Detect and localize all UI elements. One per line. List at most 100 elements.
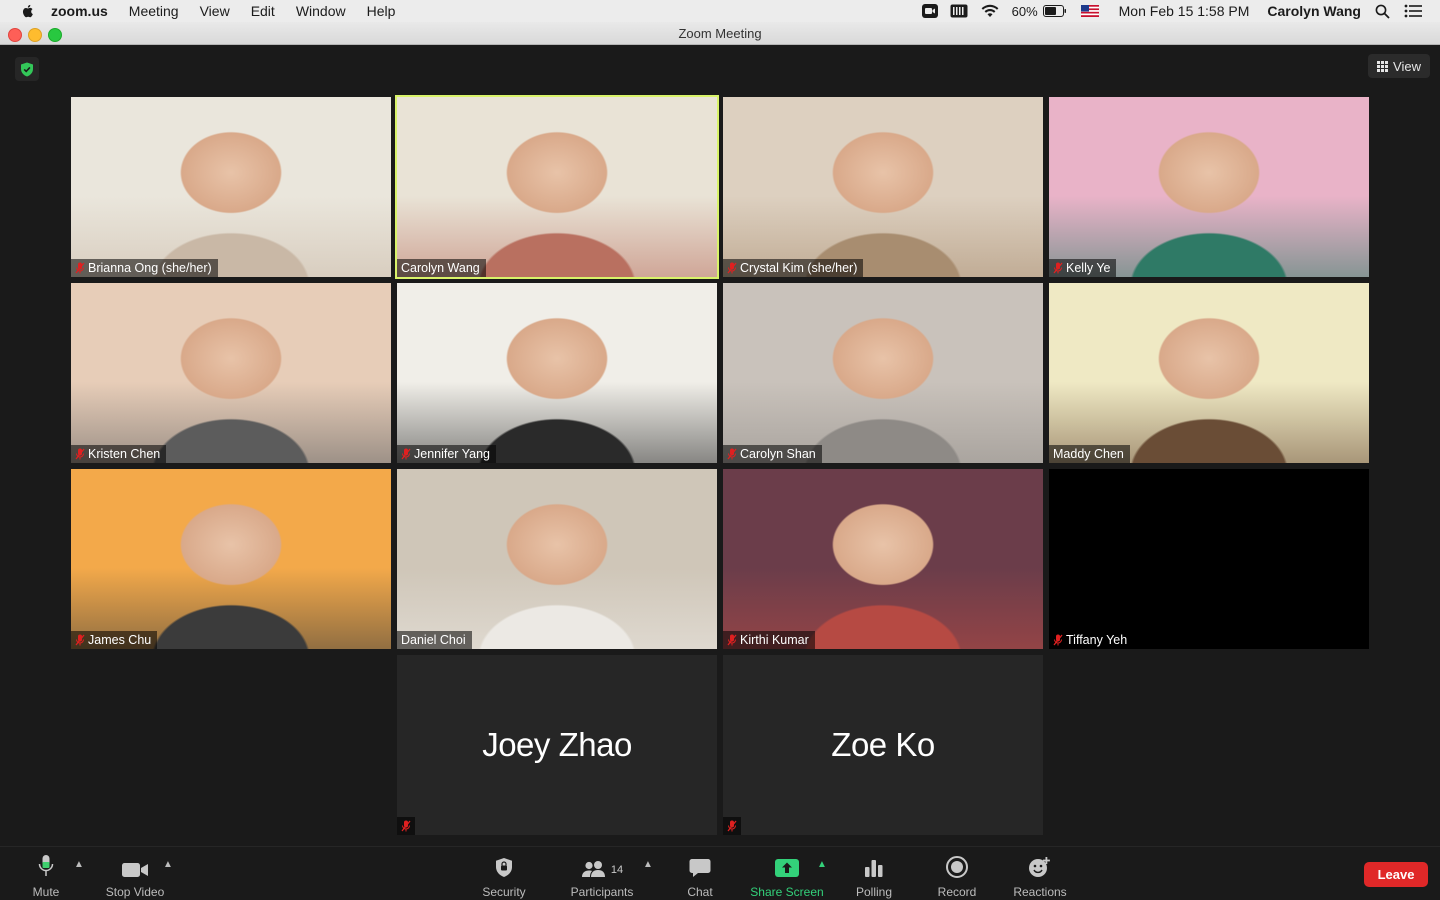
share-screen-button[interactable]: Share Screen — [748, 852, 826, 899]
participant-name: Tiffany Yeh — [1066, 633, 1128, 647]
video-options-chevron-up-icon[interactable]: ▲ — [163, 859, 173, 870]
participant-name: Carolyn Wang — [401, 261, 480, 275]
participant-video-feed — [71, 283, 391, 463]
participant-video-tile[interactable]: Jennifer Yang — [397, 283, 717, 463]
zoom-status-icon[interactable] — [921, 0, 938, 22]
participant-name: Brianna Ong (she/her) — [88, 261, 212, 275]
audio-options-chevron-up-icon[interactable]: ▲ — [74, 859, 84, 870]
muted-mic-icon — [727, 262, 737, 274]
participant-video-feed — [723, 97, 1043, 277]
leave-meeting-button[interactable]: Leave — [1364, 862, 1428, 887]
participant-video-tile[interactable]: Maddy Chen — [1049, 283, 1369, 463]
participant-video-tile[interactable]: Brianna Ong (she/her) — [71, 97, 391, 277]
window-fullscreen-button[interactable] — [48, 28, 62, 42]
participant-name-tag: Brianna Ong (she/her) — [71, 259, 218, 277]
share-screen-arrow-icon — [775, 859, 799, 877]
grid-icon — [1377, 60, 1389, 72]
apple-logo-icon[interactable] — [20, 3, 36, 19]
participant-name-tag: Carolyn Shan — [723, 445, 822, 463]
participant-name-tag: Jennifer Yang — [397, 445, 496, 463]
participant-video-feed — [397, 469, 717, 649]
participant-name: James Chu — [88, 633, 152, 647]
encryption-shield-button[interactable] — [15, 57, 39, 81]
record-label: Record — [937, 885, 977, 899]
meeting-gallery-area: View Brianna Ong (she/her) Carolyn Wang Cr… — [0, 45, 1440, 846]
participant-video-feed — [723, 469, 1043, 649]
muted-mic-icon — [727, 634, 737, 646]
mute-button[interactable]: Mute — [28, 852, 64, 899]
participant-name: Kelly Ye — [1066, 261, 1111, 275]
participant-video-tile[interactable]: Carolyn Wang — [395, 95, 719, 279]
stop-video-label: Stop Video — [105, 885, 165, 899]
bar-chart-icon — [865, 860, 883, 877]
record-circle-icon — [946, 856, 968, 878]
stop-video-button[interactable]: Stop Video — [102, 852, 168, 899]
smiley-plus-icon — [1029, 857, 1050, 877]
window-minimize-button[interactable] — [28, 28, 42, 42]
participant-video-feed — [71, 469, 391, 649]
participant-video-tile[interactable]: Daniel Choi — [397, 469, 717, 649]
participant-video-feed — [723, 283, 1043, 463]
menu-help[interactable]: Help — [367, 3, 396, 19]
participant-video-tile[interactable]: Carolyn Shan — [723, 283, 1043, 463]
notification-center-icon[interactable] — [1404, 0, 1422, 22]
participants-people-icon — [581, 861, 605, 877]
participant-video-tile[interactable]: Crystal Kim (she/her) — [723, 97, 1043, 277]
polling-label: Polling — [855, 885, 893, 899]
participant-name-tag: Kristen Chen — [71, 445, 167, 463]
menu-window[interactable]: Window — [296, 3, 346, 19]
participant-name: Crystal Kim (she/her) — [740, 261, 858, 275]
menu-edit[interactable]: Edit — [251, 3, 275, 19]
participant-name-tag: Tiffany Yeh — [1049, 631, 1134, 649]
polling-button[interactable]: Polling — [853, 852, 895, 899]
chat-bubble-icon — [689, 859, 711, 877]
chat-label: Chat — [687, 885, 713, 899]
menu-clock[interactable]: Mon Feb 15 1:58 PM — [1119, 3, 1250, 19]
window-close-button[interactable] — [8, 28, 22, 42]
participant-video-tile[interactable]: Tiffany Yeh — [1049, 469, 1369, 649]
muted-mic-icon — [723, 817, 741, 835]
participant-tile-joey-zhao[interactable]: Joey Zhao — [397, 655, 717, 835]
view-layout-button[interactable]: View — [1368, 54, 1430, 78]
chat-button[interactable]: Chat — [682, 852, 718, 899]
participant-name: Kristen Chen — [88, 447, 161, 461]
participant-video-feed — [1049, 283, 1369, 463]
muted-mic-icon — [75, 448, 85, 460]
spotlight-search-icon[interactable] — [1375, 0, 1390, 22]
muted-mic-icon — [401, 448, 411, 460]
participant-video-tile[interactable]: Kelly Ye — [1049, 97, 1369, 277]
participants-button[interactable]: 14 Participants — [565, 852, 639, 899]
view-button-label: View — [1393, 58, 1421, 74]
mute-label: Mute — [32, 885, 60, 899]
participant-name-tag: Crystal Kim (she/her) — [723, 259, 864, 277]
muted-mic-icon — [397, 817, 415, 835]
menu-meeting[interactable]: Meeting — [129, 3, 179, 19]
menu-app-name[interactable]: zoom.us — [51, 3, 108, 19]
participants-options-chevron-up-icon[interactable]: ▲ — [643, 859, 653, 870]
security-button[interactable]: Security — [476, 852, 532, 899]
participant-video-tile[interactable]: Kristen Chen — [71, 283, 391, 463]
security-label: Security — [482, 885, 526, 899]
participant-name-tag: Maddy Chen — [1049, 445, 1130, 463]
battery-icon[interactable] — [1042, 0, 1067, 22]
menu-view[interactable]: View — [200, 3, 230, 19]
keyboard-status-icon[interactable] — [950, 0, 968, 22]
reactions-button[interactable]: Reactions — [1010, 852, 1070, 899]
window-title: Zoom Meeting — [678, 26, 762, 41]
participant-name-tag: James Chu — [71, 631, 158, 649]
share-options-chevron-up-icon[interactable]: ▲ — [817, 859, 827, 870]
share-screen-label: Share Screen — [750, 885, 824, 899]
participant-name-tag: Daniel Choi — [397, 631, 472, 649]
participant-name-tag: Kelly Ye — [1049, 259, 1117, 277]
menu-user-name[interactable]: Carolyn Wang — [1267, 3, 1361, 19]
macos-menu-bar: zoom.us Meeting View Edit Window Help 60… — [0, 0, 1440, 22]
participant-video-tile[interactable]: Kirthi Kumar — [723, 469, 1043, 649]
us-flag-input-icon[interactable] — [1080, 0, 1099, 22]
participant-tile-zoe-ko[interactable]: Zoe Ko — [723, 655, 1043, 835]
muted-mic-icon — [75, 634, 85, 646]
wifi-icon[interactable] — [980, 0, 1000, 22]
record-button[interactable]: Record — [934, 852, 980, 899]
participant-video-tile[interactable]: James Chu — [71, 469, 391, 649]
participant-name-card: Zoe Ko — [831, 726, 935, 763]
participant-video-feed — [1049, 469, 1369, 649]
